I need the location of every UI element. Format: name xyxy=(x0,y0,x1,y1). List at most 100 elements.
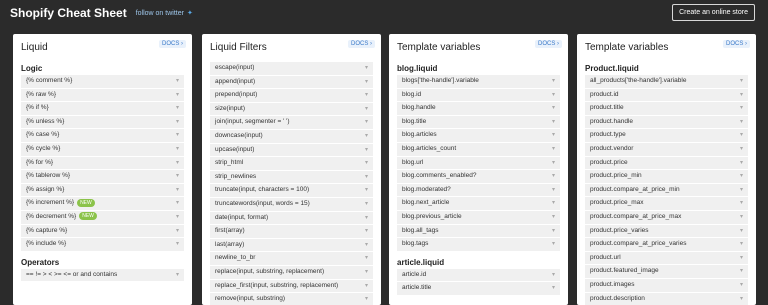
list-item[interactable]: append(input) ▾ xyxy=(210,75,373,90)
list-item[interactable]: product.title ▾ xyxy=(585,102,748,116)
twitter-bird-icon[interactable]: ✦ xyxy=(187,9,193,17)
list-item[interactable]: product.vendor ▾ xyxy=(585,142,748,157)
chevron-down-icon[interactable]: ▾ xyxy=(176,89,179,102)
list-item[interactable]: article.id ▾ xyxy=(397,268,560,283)
chevron-down-icon[interactable]: ▾ xyxy=(365,89,368,102)
list-item[interactable]: remove(input, substring) ▾ xyxy=(210,293,373,305)
chevron-down-icon[interactable]: ▾ xyxy=(552,269,555,282)
chevron-down-icon[interactable]: ▾ xyxy=(740,225,743,238)
list-item[interactable]: product.price_max ▾ xyxy=(585,197,748,211)
docs-link[interactable]: DOCS › xyxy=(159,40,186,48)
list-item[interactable]: prepend(input) ▾ xyxy=(210,89,373,103)
follow-twitter-link[interactable]: follow on twitter ✦ xyxy=(136,9,193,18)
chevron-down-icon[interactable]: ▾ xyxy=(740,238,743,251)
list-item[interactable]: blog.articles_count ▾ xyxy=(397,142,560,157)
list-item[interactable]: product.featured_image ▾ xyxy=(585,265,748,279)
chevron-down-icon[interactable]: ▾ xyxy=(552,157,555,170)
chevron-down-icon[interactable]: ▾ xyxy=(365,280,368,293)
chevron-down-icon[interactable]: ▾ xyxy=(552,170,555,183)
chevron-down-icon[interactable]: ▾ xyxy=(176,170,179,183)
list-item[interactable]: product.compare_at_price_min ▾ xyxy=(585,183,748,198)
chevron-down-icon[interactable]: ▾ xyxy=(176,157,179,170)
chevron-down-icon[interactable]: ▾ xyxy=(552,143,555,156)
chevron-down-icon[interactable]: ▾ xyxy=(552,225,555,238)
chevron-down-icon[interactable]: ▾ xyxy=(365,198,368,211)
chevron-down-icon[interactable]: ▾ xyxy=(365,239,368,252)
chevron-down-icon[interactable]: ▾ xyxy=(552,89,555,102)
chevron-down-icon[interactable]: ▾ xyxy=(740,89,743,102)
chevron-down-icon[interactable]: ▾ xyxy=(176,225,179,238)
list-item[interactable]: blog.all_tags ▾ xyxy=(397,224,560,239)
list-item[interactable]: upcase(input) ▾ xyxy=(210,143,373,158)
list-item[interactable]: all_products['the-handle'].variable ▾ xyxy=(585,75,748,89)
chevron-down-icon[interactable]: ▾ xyxy=(365,212,368,225)
chevron-down-icon[interactable]: ▾ xyxy=(365,62,368,75)
list-item[interactable]: {% case %} ▾ xyxy=(21,129,184,143)
list-item[interactable]: blog.title ▾ xyxy=(397,115,560,130)
list-item[interactable]: blog.articles ▾ xyxy=(397,129,560,143)
list-item[interactable]: {% include %} ▾ xyxy=(21,238,184,252)
list-item[interactable]: size(input) ▾ xyxy=(210,102,373,117)
list-item[interactable]: blog.id ▾ xyxy=(397,88,560,103)
chevron-down-icon[interactable]: ▾ xyxy=(740,102,743,115)
chevron-down-icon[interactable]: ▾ xyxy=(365,171,368,184)
chevron-down-icon[interactable]: ▾ xyxy=(176,75,179,88)
chevron-down-icon[interactable]: ▾ xyxy=(552,102,555,115)
docs-link[interactable]: DOCS › xyxy=(348,40,375,48)
chevron-down-icon[interactable]: ▾ xyxy=(740,157,743,170)
list-item[interactable]: first(array) ▾ xyxy=(210,225,373,239)
list-item[interactable]: truncate(input, characters = 100) ▾ xyxy=(210,184,373,198)
chevron-down-icon[interactable]: ▾ xyxy=(552,197,555,210)
list-item[interactable]: {% unless %} ▾ xyxy=(21,115,184,130)
list-item[interactable]: {% cycle %} ▾ xyxy=(21,142,184,157)
chevron-down-icon[interactable]: ▾ xyxy=(552,282,555,295)
chevron-down-icon[interactable]: ▾ xyxy=(176,269,179,282)
chevron-down-icon[interactable]: ▾ xyxy=(365,130,368,143)
chevron-down-icon[interactable]: ▾ xyxy=(740,211,743,224)
chevron-down-icon[interactable]: ▾ xyxy=(740,129,743,142)
chevron-down-icon[interactable]: ▾ xyxy=(552,184,555,197)
list-item[interactable]: strip_html ▾ xyxy=(210,157,373,171)
list-item[interactable]: truncatewords(input, words = 15) ▾ xyxy=(210,197,373,212)
list-item[interactable]: product.images ▾ xyxy=(585,278,748,293)
create-store-button[interactable]: Create an online store xyxy=(672,4,755,21)
list-item[interactable]: blog.comments_enabled? ▾ xyxy=(397,170,560,184)
chevron-down-icon[interactable]: ▾ xyxy=(176,184,179,197)
chevron-down-icon[interactable]: ▾ xyxy=(176,129,179,142)
chevron-down-icon[interactable]: ▾ xyxy=(740,143,743,156)
chevron-down-icon[interactable]: ▾ xyxy=(552,238,555,251)
chevron-down-icon[interactable]: ▾ xyxy=(740,75,743,88)
list-item[interactable]: product.price_min ▾ xyxy=(585,170,748,184)
list-item[interactable]: {% assign %} ▾ xyxy=(21,183,184,198)
list-item[interactable]: product.id ▾ xyxy=(585,88,748,103)
list-item[interactable]: join(input, segmenter = ' ') ▾ xyxy=(210,116,373,130)
list-item[interactable]: blog.url ▾ xyxy=(397,156,560,171)
chevron-down-icon[interactable]: ▾ xyxy=(176,116,179,129)
chevron-down-icon[interactable]: ▾ xyxy=(365,252,368,265)
chevron-down-icon[interactable]: ▾ xyxy=(365,157,368,170)
chevron-down-icon[interactable]: ▾ xyxy=(176,238,179,251)
chevron-down-icon[interactable]: ▾ xyxy=(176,197,179,210)
list-item[interactable]: strip_newlines ▾ xyxy=(210,170,373,185)
list-item[interactable]: product.compare_at_price_max ▾ xyxy=(585,210,748,225)
chevron-down-icon[interactable]: ▾ xyxy=(740,197,743,210)
list-item[interactable]: {% increment %} NEW ▾ xyxy=(21,197,184,211)
list-item[interactable]: blog.handle ▾ xyxy=(397,102,560,116)
list-item[interactable]: {% for %} ▾ xyxy=(21,156,184,171)
twitter-link-label[interactable]: follow on twitter xyxy=(136,10,184,17)
list-item[interactable]: {% decrement %} NEW ▾ xyxy=(21,210,184,225)
list-item[interactable]: blog.moderated? ▾ xyxy=(397,183,560,198)
chevron-down-icon[interactable]: ▾ xyxy=(740,184,743,197)
chevron-down-icon[interactable]: ▾ xyxy=(365,76,368,89)
chevron-down-icon[interactable]: ▾ xyxy=(552,75,555,88)
list-item[interactable]: last(array) ▾ xyxy=(210,238,373,253)
list-item[interactable]: product.price_varies ▾ xyxy=(585,224,748,239)
chevron-down-icon[interactable]: ▾ xyxy=(740,252,743,265)
chevron-down-icon[interactable]: ▾ xyxy=(552,116,555,129)
chevron-down-icon[interactable]: ▾ xyxy=(740,279,743,292)
chevron-down-icon[interactable]: ▾ xyxy=(176,211,179,224)
list-item[interactable]: product.url ▾ xyxy=(585,251,748,266)
list-item[interactable]: blogs['the-handle'].variable ▾ xyxy=(397,75,560,89)
chevron-down-icon[interactable]: ▾ xyxy=(365,266,368,279)
list-item[interactable]: blog.tags ▾ xyxy=(397,238,560,252)
